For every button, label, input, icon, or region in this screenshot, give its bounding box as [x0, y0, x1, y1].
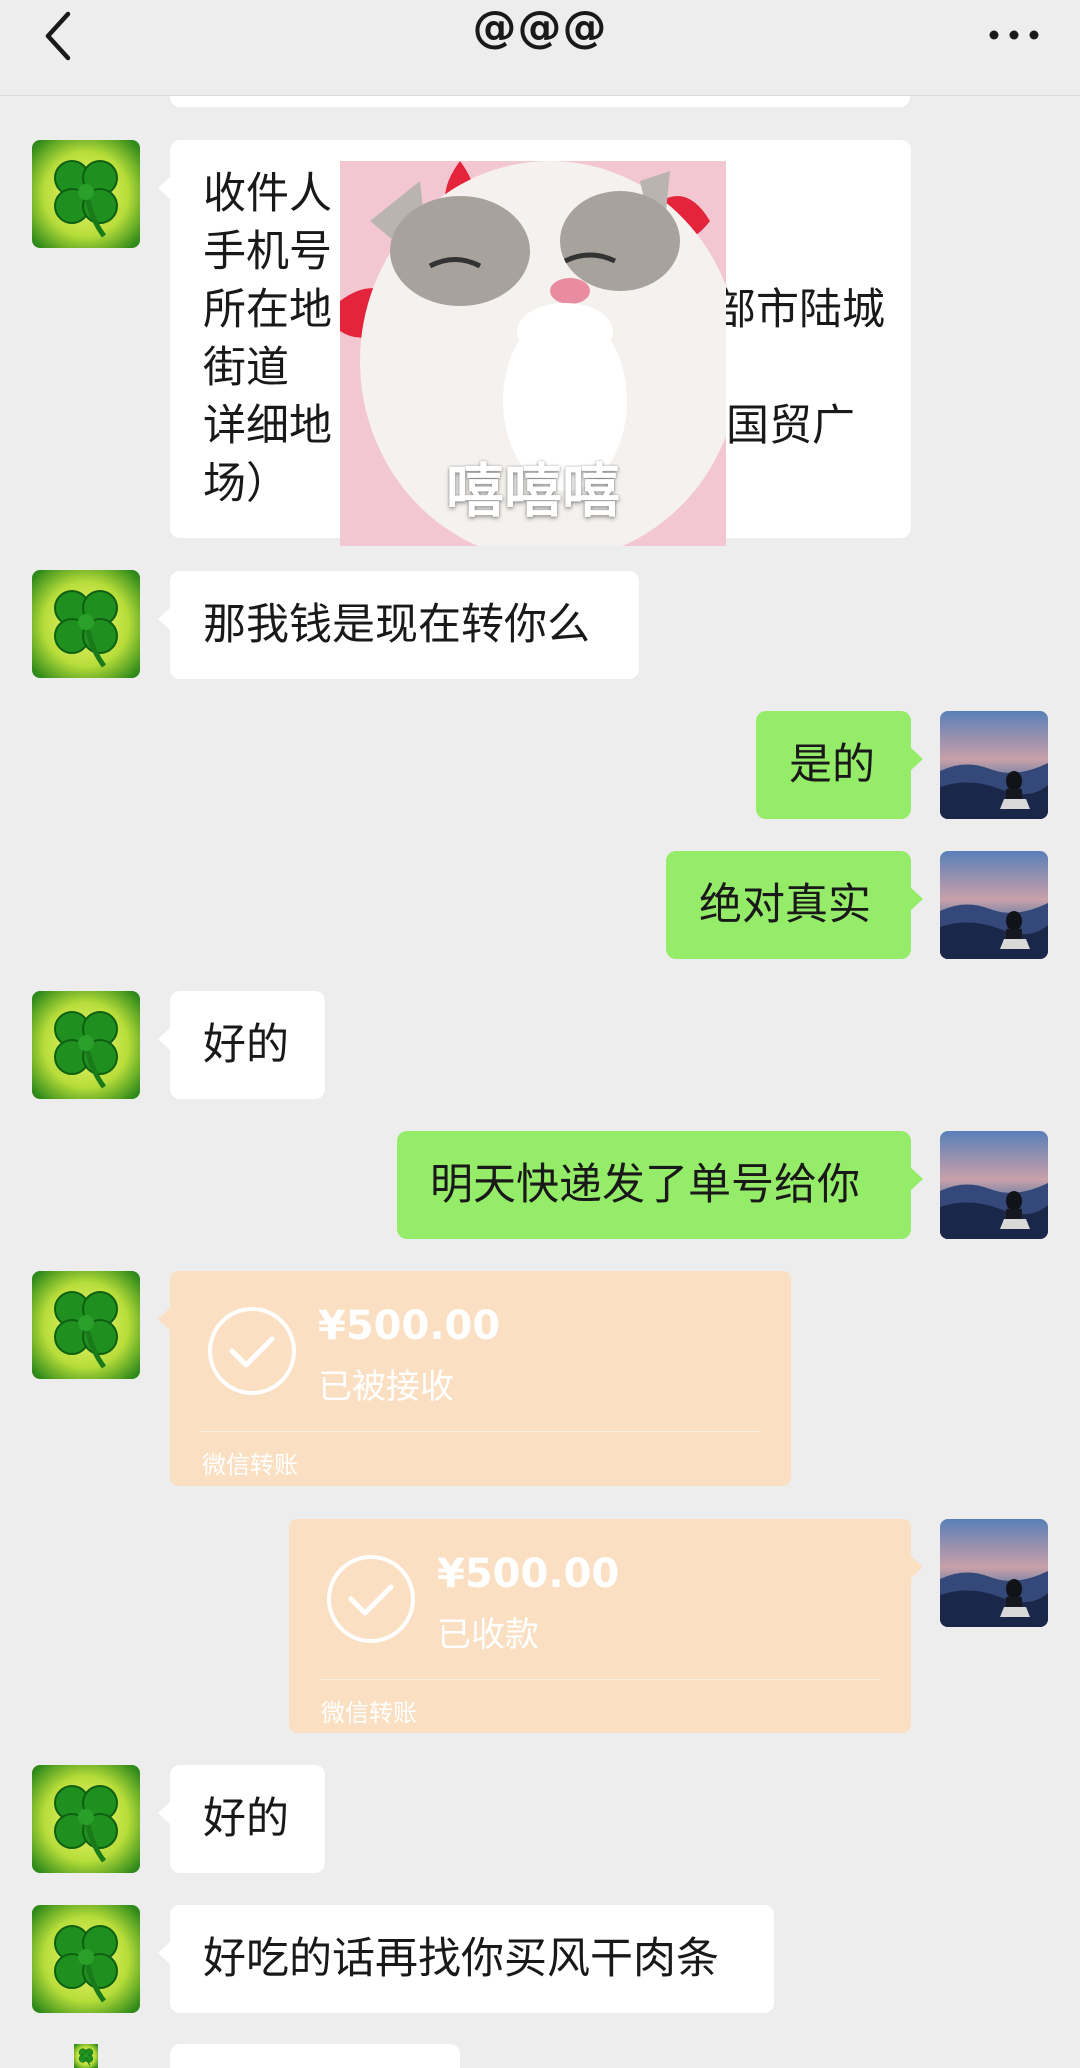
contact-avatar[interactable] [32, 1905, 140, 2013]
message-bubble-partial [170, 2044, 460, 2068]
cat-sticker[interactable]: 嘻嘻嘻 [340, 161, 726, 546]
chat-title: @@@ [472, 2, 608, 53]
transfer-card-received[interactable]: ¥500.00 已被接收 微信转账 [158, 1271, 791, 1486]
my-avatar[interactable] [940, 1131, 1048, 1239]
transfer-footer: 微信转账 [202, 1451, 298, 1479]
navigation-bar: @@@ [0, 0, 1080, 96]
more-dots-icon[interactable] [984, 20, 1044, 50]
transfer-divider [200, 1431, 761, 1432]
transfer-amount: ¥500.00 [437, 1551, 620, 1597]
message-bubble[interactable]: 明天快递发了单号给你 [397, 1131, 923, 1239]
transfer-divider [319, 1679, 881, 1680]
transfer-amount: ¥500.00 [318, 1303, 501, 1349]
message-bubble[interactable]: 好的 [158, 1765, 325, 1873]
message-bubble-partial [170, 95, 910, 107]
check-circle-icon [208, 1307, 296, 1395]
message-bubble[interactable]: 好的 [158, 991, 325, 1099]
my-avatar[interactable] [940, 851, 1048, 959]
contact-avatar[interactable] [32, 1271, 140, 1379]
message-bubble[interactable]: 是的 [756, 711, 923, 819]
detail-label: 详细地 [203, 401, 332, 451]
region-label: 所在地 [203, 285, 332, 335]
sticker-caption: 嘻嘻嘻 [445, 457, 620, 525]
contact-avatar[interactable] [32, 991, 140, 1099]
transfer-status: 已收款 [437, 1615, 539, 1655]
detail-value: 国贸广 [726, 401, 855, 451]
transfer-card-collected[interactable]: ¥500.00 已收款 微信转账 [289, 1519, 923, 1733]
contact-avatar[interactable] [32, 2044, 140, 2068]
message-bubble[interactable]: 好吃的话再找你买风干肉条 [158, 1905, 774, 2013]
contact-avatar[interactable] [32, 140, 140, 248]
check-circle-icon [327, 1555, 415, 1643]
region-value: 部市陆城 [713, 285, 885, 335]
contact-avatar[interactable] [32, 570, 140, 678]
my-avatar[interactable] [940, 711, 1048, 819]
my-avatar[interactable] [940, 1519, 1048, 1627]
contact-avatar[interactable] [32, 1765, 140, 1873]
transfer-footer: 微信转账 [321, 1699, 417, 1727]
message-bubble[interactable]: 那我钱是现在转你么 [158, 571, 639, 679]
message-bubble[interactable]: 绝对真实 [666, 851, 923, 959]
transfer-status: 已被接收 [318, 1367, 454, 1407]
